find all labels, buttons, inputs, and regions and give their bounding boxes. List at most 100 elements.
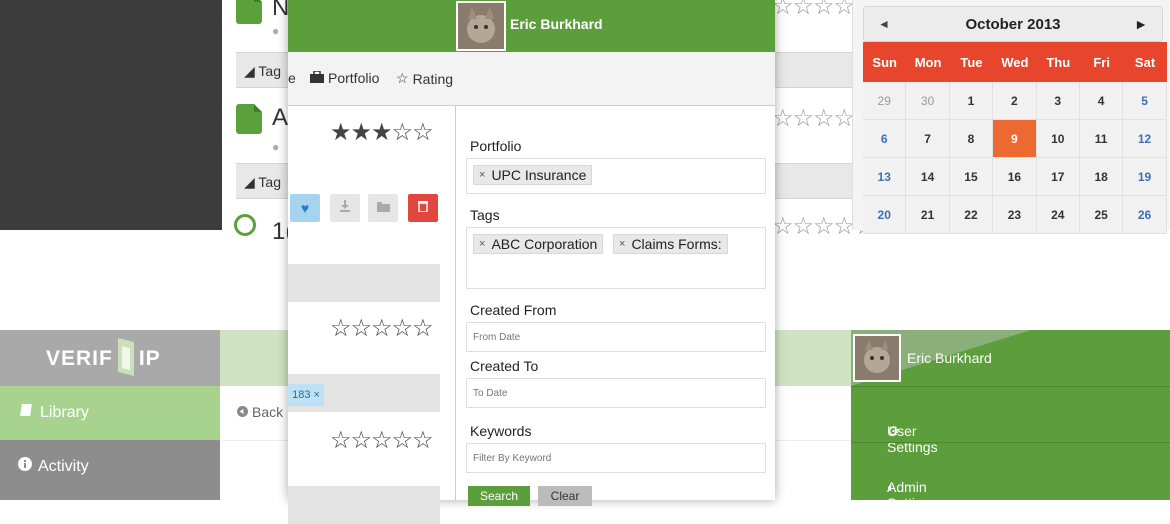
tag-chip[interactable]: 183 × bbox=[288, 384, 324, 406]
user-name: Eric Burkhard bbox=[907, 350, 992, 366]
dark-sidebar-top bbox=[0, 0, 222, 230]
rating-stars[interactable]: ☆☆☆☆☆ bbox=[330, 426, 434, 455]
calendar-day[interactable]: 22 bbox=[949, 196, 994, 234]
user-icon: ● bbox=[272, 24, 280, 38]
calendar-day[interactable]: 5 bbox=[1123, 82, 1167, 120]
rating-stars[interactable]: ☆☆☆☆☆ bbox=[330, 314, 434, 343]
arrow-left-circle-icon bbox=[237, 404, 248, 420]
next-month-button[interactable]: ► bbox=[1134, 16, 1148, 32]
user-icon: ● bbox=[272, 140, 280, 154]
calendar-day[interactable]: 17 bbox=[1036, 158, 1080, 196]
calendar-day[interactable]: 11 bbox=[1079, 120, 1124, 158]
calendar-day[interactable]: 29 bbox=[863, 82, 907, 120]
weekday-label: Wed bbox=[1001, 54, 1029, 70]
delete-button[interactable] bbox=[408, 194, 438, 222]
document-filter-modal: Eric Burkhard e Portfolio ☆ Rating ★★★☆☆… bbox=[288, 0, 775, 524]
modal-header: Eric Burkhard bbox=[288, 0, 775, 52]
clock-icon bbox=[234, 214, 256, 236]
tab-rating[interactable]: ☆ Rating bbox=[396, 70, 453, 87]
calendar-day[interactable]: 24 bbox=[1036, 196, 1080, 234]
tag-label: ◢ Tag bbox=[244, 63, 281, 79]
calendar-day[interactable]: 16 bbox=[993, 158, 1037, 196]
logo-bar: VERIF IP bbox=[0, 330, 220, 386]
calendar-day[interactable]: 10 bbox=[1036, 120, 1080, 158]
calendar-day[interactable]: 2 bbox=[993, 82, 1037, 120]
tab-portfolio[interactable]: Portfolio bbox=[310, 70, 379, 86]
remove-chip-icon[interactable]: × bbox=[479, 169, 485, 181]
download-icon bbox=[339, 199, 351, 217]
calendar-grid: Sun Mon Tue Wed Thu Fri Sat 29 30 1 2 3 … bbox=[863, 42, 1167, 234]
tags-label: Tags bbox=[470, 207, 500, 223]
calendar-week: 29 30 1 2 3 4 5 bbox=[863, 82, 1167, 120]
calendar-day[interactable]: 14 bbox=[906, 158, 950, 196]
tag-chip[interactable]: × ABC Corporation bbox=[473, 234, 604, 254]
rating-stars[interactable]: ★★★☆☆ bbox=[330, 118, 434, 147]
filter-form: Portfolio × UPC Insurance Tags × ABC Cor… bbox=[456, 106, 775, 506]
download-button[interactable] bbox=[330, 194, 360, 222]
logo-mark-icon bbox=[114, 336, 138, 385]
weekday-label: Thu bbox=[1046, 54, 1071, 70]
sidebar-item-activity[interactable]: Activity bbox=[0, 440, 220, 494]
avatar bbox=[456, 1, 506, 51]
sidebar-item-library[interactable]: Library bbox=[0, 386, 220, 440]
user-settings-link[interactable]: ⚙ User Settings bbox=[851, 386, 1170, 455]
clear-button[interactable]: Clear bbox=[538, 486, 592, 506]
calendar-day[interactable]: 7 bbox=[906, 120, 950, 158]
heart-icon: ♥ bbox=[300, 200, 310, 216]
date-picker-calendar: ◄ October 2013 ► Sun Mon Tue Wed Thu Fri… bbox=[852, 0, 1170, 234]
calendar-day[interactable]: 8 bbox=[949, 120, 994, 158]
sidebar-item[interactable] bbox=[0, 494, 220, 500]
calendar-day[interactable]: 1 bbox=[949, 82, 994, 120]
calendar-day[interactable]: 20 bbox=[863, 196, 907, 234]
calendar-month-title: October 2013 bbox=[965, 16, 1061, 33]
avatar[interactable] bbox=[853, 334, 901, 382]
calendar-day[interactable]: 12 bbox=[1123, 120, 1167, 158]
briefcase-icon bbox=[310, 70, 324, 86]
calendar-day[interactable]: 19 bbox=[1123, 158, 1167, 196]
weekday-label: Tue bbox=[960, 54, 983, 70]
folder-icon bbox=[376, 199, 390, 217]
portfolio-chip[interactable]: × UPC Insurance bbox=[473, 165, 593, 185]
calendar-day[interactable]: 21 bbox=[906, 196, 950, 234]
admin-settings-link[interactable]: ◐ Admin Settings bbox=[851, 442, 1170, 511]
weekday-label: Fri bbox=[1093, 54, 1110, 70]
calendar-day[interactable]: 4 bbox=[1079, 82, 1124, 120]
calendar-day[interactable]: 13 bbox=[863, 158, 907, 196]
trash-icon bbox=[418, 199, 428, 217]
weekday-label: Mon bbox=[914, 54, 942, 70]
calendar-day[interactable]: 25 bbox=[1079, 196, 1124, 234]
calendar-day[interactable]: 6 bbox=[863, 120, 907, 158]
remove-chip-icon[interactable]: × bbox=[619, 238, 625, 250]
move-to-folder-button[interactable] bbox=[368, 194, 398, 222]
weekday-header-row: Sun Mon Tue Wed Thu Fri Sat bbox=[863, 42, 1167, 82]
calendar-week: 20 21 22 23 24 25 26 bbox=[863, 196, 1167, 234]
calendar-day[interactable]: 15 bbox=[949, 158, 994, 196]
calendar-week: 13 14 15 16 17 18 19 bbox=[863, 158, 1167, 196]
tag-label: ◢ Tag bbox=[244, 174, 281, 190]
calendar-day[interactable]: 26 bbox=[1123, 196, 1167, 234]
modal-tabs: e Portfolio ☆ Rating bbox=[288, 52, 775, 106]
created-from-field[interactable] bbox=[466, 322, 766, 352]
tag-chip[interactable]: × Claims Forms: bbox=[613, 234, 728, 254]
back-link[interactable]: Back bbox=[237, 404, 283, 420]
info-icon bbox=[18, 457, 32, 476]
star-icon: ☆ bbox=[396, 70, 409, 86]
calendar-header: ◄ October 2013 ► bbox=[863, 6, 1163, 42]
favorite-button[interactable]: ♥ bbox=[290, 194, 320, 222]
calendar-day-today[interactable]: 9 bbox=[993, 120, 1037, 158]
tab-partial[interactable]: e bbox=[288, 70, 296, 86]
keywords-field[interactable] bbox=[466, 443, 766, 473]
created-to-field[interactable] bbox=[466, 378, 766, 408]
calendar-day[interactable]: 3 bbox=[1036, 82, 1080, 120]
calendar-day[interactable]: 18 bbox=[1079, 158, 1124, 196]
calendar-day[interactable]: 30 bbox=[906, 82, 950, 120]
search-button[interactable]: Search bbox=[468, 486, 530, 506]
calendar-day[interactable]: 23 bbox=[993, 196, 1037, 234]
tags-input[interactable]: × ABC Corporation × Claims Forms: bbox=[466, 227, 766, 289]
weekday-label: Sat bbox=[1134, 54, 1156, 70]
user-name: Eric Burkhard bbox=[510, 16, 603, 32]
portfolio-tag-input[interactable]: × UPC Insurance bbox=[466, 158, 766, 194]
created-to-label: Created To bbox=[470, 358, 539, 374]
list-separator bbox=[288, 486, 440, 524]
remove-chip-icon[interactable]: × bbox=[479, 238, 485, 250]
